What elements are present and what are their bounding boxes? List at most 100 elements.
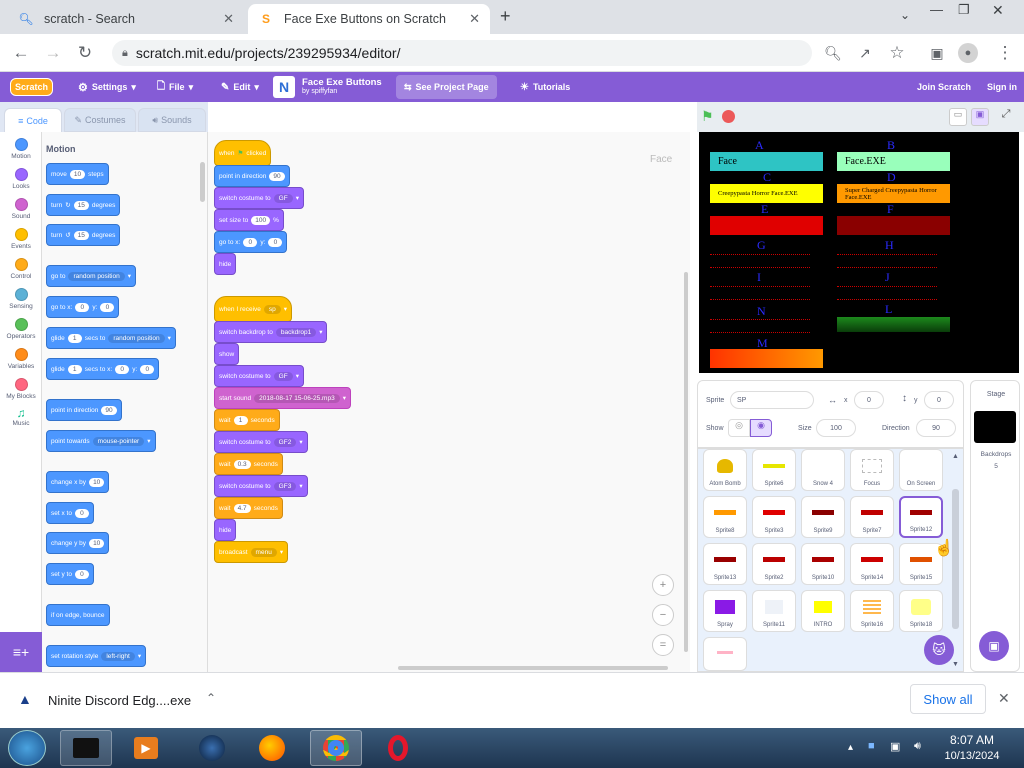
hide-sprite-eye-icon[interactable]: ◎ — [728, 419, 750, 437]
scroll-up-icon[interactable]: ▲ — [952, 453, 959, 460]
category-looks[interactable]: Looks — [0, 168, 42, 198]
tray-volume-icon[interactable]: 🔊︎ — [914, 740, 921, 753]
category-my-blocks[interactable]: My Blocks — [0, 378, 42, 408]
sprite-tile[interactable]: Sprite10 — [801, 543, 845, 585]
start-button[interactable] — [8, 730, 46, 766]
stage-button-f[interactable] — [837, 216, 950, 235]
sprite-tile[interactable]: Sprite6 — [752, 449, 796, 491]
block-dropdown[interactable]: menu — [250, 547, 277, 557]
stage-face-exe-button[interactable]: Face.EXE — [837, 152, 950, 171]
block-set-y[interactable]: set y to 0 — [46, 563, 94, 585]
category-motion[interactable]: Motion — [0, 138, 42, 168]
tutorials-button[interactable]: ☀ Tutorials — [520, 72, 570, 102]
block-input[interactable]: 90 — [101, 405, 117, 415]
stage-button-e[interactable] — [710, 216, 823, 235]
block-turn-left[interactable]: turn ↺ 15 degrees — [46, 224, 121, 246]
sprite-list-scrollbar[interactable] — [952, 489, 959, 629]
close-tab-icon[interactable]: ✕ — [469, 11, 480, 27]
block-start-sound[interactable]: start sound 2018-08-17 15-06-25.mp3 ▾ — [214, 387, 351, 409]
block-broadcast[interactable]: broadcast menu ▾ — [214, 541, 289, 563]
taskbar-app-terminal[interactable] — [60, 730, 112, 766]
block-show[interactable]: show — [214, 343, 240, 365]
sprite-tile[interactable]: Sprite3 — [752, 496, 796, 538]
sprite-direction-input[interactable]: 90 — [916, 419, 956, 437]
sprite-tile[interactable]: Sprite18 — [899, 590, 943, 632]
block-change-y[interactable]: change y by 10 — [46, 532, 110, 554]
fullscreen-icon[interactable]: ⤢ — [997, 108, 1015, 126]
taskbar-app-chrome[interactable] — [310, 730, 362, 766]
palette-scrollbar[interactable] — [200, 162, 205, 202]
code-workspace[interactable]: Face when ⚑ clicked point in direction 90 s… — [208, 132, 690, 672]
block-input[interactable]: 1 — [67, 364, 82, 374]
block-input[interactable]: 15 — [73, 200, 89, 210]
sprite-tile[interactable]: Sprite9 — [801, 496, 845, 538]
category-sensing[interactable]: Sensing — [0, 288, 42, 318]
block-wait[interactable]: wait 4.7 seconds — [214, 497, 283, 519]
green-flag-icon[interactable]: ⚑ — [701, 108, 714, 125]
close-window-icon[interactable]: ✕ — [992, 2, 1004, 19]
stage-text-h[interactable] — [837, 254, 937, 268]
tray-shield-icon[interactable]: ■ — [868, 740, 875, 752]
block-set-size[interactable]: set size to 100% — [214, 209, 284, 231]
tab-sounds[interactable]: 🔊︎ Sounds — [138, 108, 206, 132]
block-move[interactable]: move 10 steps — [46, 163, 109, 185]
block-input[interactable]: 0 — [74, 569, 89, 579]
block-dropdown[interactable]: sp — [263, 304, 281, 314]
sprite-tile[interactable]: Focus — [850, 449, 894, 491]
restore-icon[interactable]: ❐ — [958, 2, 970, 18]
sprite-tile[interactable]: Sprite2 — [752, 543, 796, 585]
category-events[interactable]: Events — [0, 228, 42, 258]
workspace-h-scrollbar[interactable] — [398, 666, 668, 670]
sprite-tile[interactable]: Sprite7 — [850, 496, 894, 538]
block-dropdown[interactable]: backdrop1 — [275, 327, 317, 337]
block-point-direction[interactable]: point in direction 90 — [214, 165, 290, 187]
block-set-x[interactable]: set x to 0 — [46, 502, 94, 524]
block-input[interactable]: 4.7 — [233, 503, 251, 513]
block-input[interactable]: 0 — [140, 364, 155, 374]
taskbar-app-media[interactable]: ▶ — [120, 730, 172, 766]
stage-text-n[interactable] — [710, 319, 810, 333]
stage-super-creepy-button[interactable]: Super Charged Creepypasta Horror Face.EX… — [837, 184, 950, 203]
stage-text-i[interactable] — [710, 286, 810, 300]
block-hide[interactable]: hide — [214, 519, 237, 541]
block-dropdown[interactable]: GF2 — [273, 437, 297, 447]
block-input[interactable]: 10 — [89, 477, 105, 487]
tab-costumes[interactable]: ✎ Costumes — [64, 108, 136, 132]
scratch-logo[interactable]: Scratch — [10, 72, 54, 102]
sprite-y-input[interactable]: 0 — [924, 391, 954, 409]
sprite-tile[interactable]: INTRO — [801, 590, 845, 632]
block-glide-random[interactable]: glide 1 secs to random position ▾ — [46, 327, 176, 349]
download-filename[interactable]: Ninite Discord Edg....exe — [48, 693, 191, 708]
forward-icon[interactable]: → — [42, 42, 64, 64]
block-dropdown[interactable]: GF3 — [273, 481, 297, 491]
block-switch-backdrop[interactable]: switch backdrop to backdrop1 ▾ — [214, 321, 328, 343]
block-input[interactable]: 10 — [69, 169, 86, 179]
block-switch-costume[interactable]: switch costume to GF3 ▾ — [214, 475, 308, 497]
stage-text-g[interactable] — [710, 254, 810, 268]
stop-icon[interactable] — [722, 110, 735, 123]
block-turn-right[interactable]: turn ↻ 15 degrees — [46, 194, 121, 216]
block-input[interactable]: 0 — [268, 237, 283, 247]
block-switch-costume[interactable]: switch costume to GF ▾ — [214, 187, 304, 209]
block-point-towards[interactable]: point towards mouse-pointer ▾ — [46, 430, 156, 452]
block-input[interactable]: 0 — [74, 508, 89, 518]
sprite-tile[interactable]: Atom Bomb — [703, 449, 747, 491]
block-input[interactable]: 1 — [233, 415, 248, 425]
block-dropdown[interactable]: GF — [273, 371, 293, 381]
taskbar-app-firefox[interactable] — [246, 730, 298, 766]
url-field[interactable]: 🔒︎ scratch.mit.edu/projects/239295934/ed… — [112, 40, 812, 66]
sprite-tile[interactable]: Sprite13 — [703, 543, 747, 585]
category-music[interactable]: ♫ Music — [0, 406, 42, 436]
block-dropdown[interactable]: mouse-pointer — [92, 436, 145, 446]
stage-canvas[interactable]: A B Face Face.EXE C D Creepypasta Horror… — [699, 132, 1019, 373]
block-bounce[interactable]: if on edge, bounce — [46, 604, 110, 626]
tray-network-icon[interactable]: ▣ — [890, 740, 900, 753]
block-wait[interactable]: wait 0.3 seconds — [214, 453, 283, 475]
sprite-tile[interactable]: Sprite11 — [752, 590, 796, 632]
category-sound[interactable]: Sound — [0, 198, 42, 228]
workspace-v-scrollbar[interactable] — [684, 272, 688, 652]
sprite-tile[interactable]: Spray — [703, 590, 747, 632]
block-input[interactable]: 0 — [100, 302, 115, 312]
block-goto[interactable]: go to random position ▾ — [46, 265, 136, 287]
choose-sprite-button[interactable]: 🐱︎ — [924, 635, 954, 665]
